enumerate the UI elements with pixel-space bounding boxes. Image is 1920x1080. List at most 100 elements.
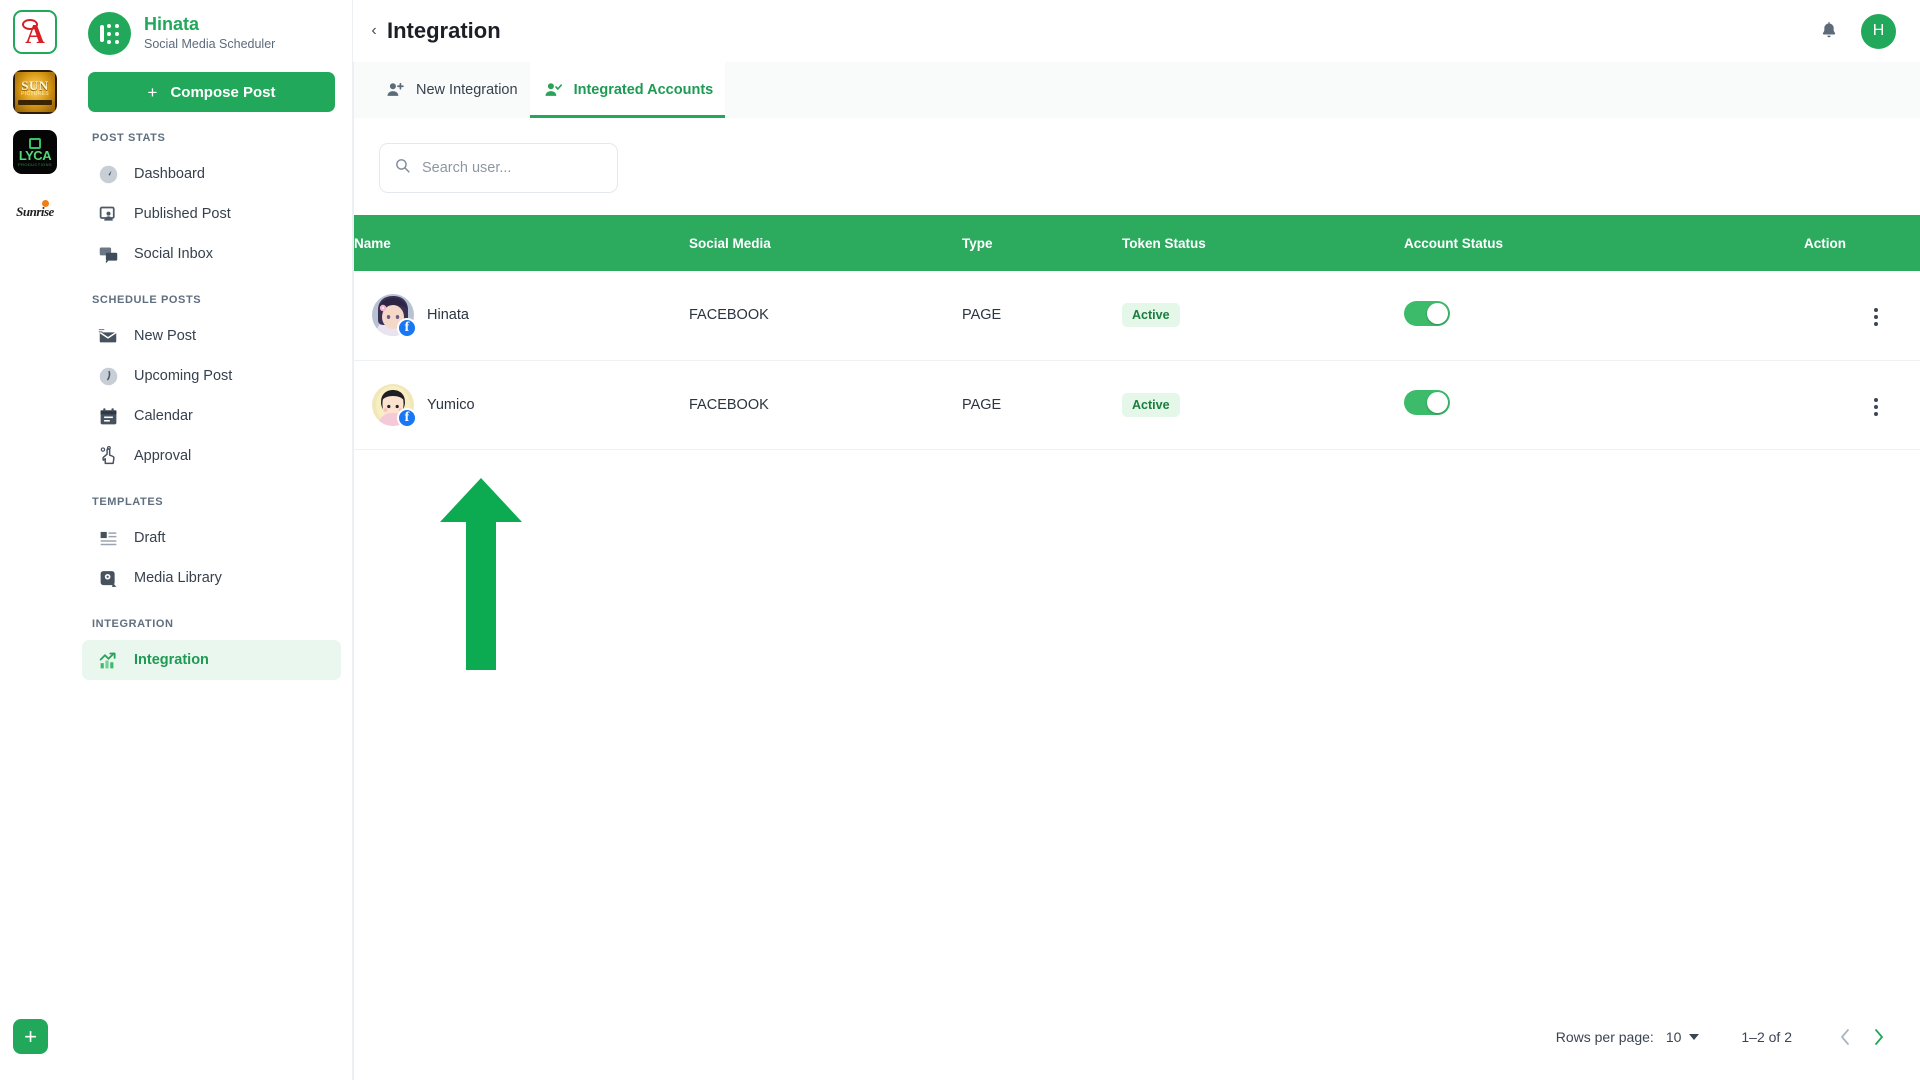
- sidebar-item-media-library[interactable]: Media Library: [82, 558, 341, 598]
- lyca-cup-icon: [29, 137, 41, 149]
- workspace-lyca[interactable]: LYCA PRODUCTIONS: [13, 130, 57, 174]
- rows-per-page-select[interactable]: 10: [1666, 1029, 1700, 1045]
- collapse-sidebar-button[interactable]: ‹: [363, 22, 385, 40]
- bell-icon[interactable]: [1819, 21, 1839, 41]
- kebab-menu-icon[interactable]: [1870, 304, 1882, 330]
- account-status-toggle[interactable]: [1404, 300, 1450, 326]
- new-post-icon: [97, 325, 119, 347]
- column-header-social-media: Social Media: [689, 215, 962, 271]
- rows-per-page-label: Rows per page:: [1555, 1029, 1654, 1045]
- sidebar-item-label: Published Post: [134, 206, 231, 222]
- nav-section-label: INTEGRATION: [92, 618, 174, 630]
- kebab-menu-icon[interactable]: [1870, 394, 1882, 420]
- facebook-badge: f: [397, 407, 417, 428]
- cell-type: PAGE: [962, 271, 1122, 361]
- avatar[interactable]: H: [1861, 13, 1896, 49]
- sidebar-item-label: Calendar: [134, 408, 193, 424]
- sun-logo-word: SUN: [21, 77, 49, 93]
- sidebar-item-approval[interactable]: Approval: [82, 436, 341, 476]
- chevron-down-icon: [1689, 1034, 1700, 1040]
- workspace-sunrise[interactable]: Sunrise: [13, 190, 57, 234]
- workspace-sun[interactable]: SUN PICTURES: [13, 70, 57, 114]
- sidebar-item-label: Draft: [134, 530, 166, 546]
- sidebar-item-label: Dashboard: [134, 166, 205, 182]
- sidebar: Hinata Social Media Scheduler + Compose …: [70, 0, 353, 1080]
- cell-action: [1804, 360, 1920, 450]
- sidebar-item-label: New Post: [134, 328, 197, 344]
- workspace-rail: A SUN PICTURES LYCA PRODUCTIONS Sunrise …: [0, 0, 71, 1080]
- tab-label: New Integration: [416, 82, 518, 98]
- tab-label: Integrated Accounts: [573, 82, 714, 98]
- main-area: ‹ Integration H New Integration Integrat…: [353, 0, 1920, 1080]
- integrated-accounts-table: Name Social Media Type Token Status Acco…: [354, 215, 1920, 450]
- cell-account-status: [1404, 271, 1804, 361]
- media-library-icon: [97, 567, 119, 589]
- sidebar-item-upcoming-post[interactable]: Upcoming Post: [82, 356, 341, 396]
- ah-logo-text: A: [25, 18, 45, 49]
- sidebar-item-label: Integration: [134, 652, 209, 668]
- account-status-toggle[interactable]: [1404, 390, 1450, 415]
- plus-icon: +: [147, 82, 158, 102]
- pagination-range: 1–2 of 2: [1741, 1029, 1792, 1045]
- brand-block: Hinata Social Media Scheduler: [70, 0, 353, 55]
- status-badge: Active: [1122, 303, 1180, 328]
- cell-token-status: Active: [1122, 271, 1404, 361]
- sidebar-item-new-post[interactable]: New Post: [82, 316, 341, 356]
- sidebar-item-label: Upcoming Post: [134, 368, 233, 384]
- sidebar-item-draft[interactable]: Draft: [82, 518, 341, 558]
- sidebar-item-calendar[interactable]: Calendar: [82, 396, 341, 436]
- column-header-action: Action: [1804, 215, 1920, 271]
- brand-subtitle: Social Media Scheduler: [144, 37, 276, 51]
- hinata-avatar: f: [372, 294, 417, 339]
- cell-action: [1804, 271, 1920, 361]
- cell-account-status: [1404, 360, 1804, 450]
- sunrise-logo-text: Sunrise: [16, 200, 54, 219]
- search-box[interactable]: [379, 143, 618, 193]
- add-workspace-button[interactable]: +: [13, 1019, 48, 1054]
- sidebar-item-social-inbox[interactable]: Social Inbox: [82, 234, 341, 274]
- lyca-logo: LYCA PRODUCTIONS: [18, 137, 52, 167]
- cell-name: f Hinata: [354, 271, 689, 361]
- sun-logo-bar: [18, 99, 52, 105]
- column-header-type: Type: [962, 215, 1122, 271]
- sidebar-item-dashboard[interactable]: Dashboard: [82, 154, 341, 194]
- table-body: f Hinata FACEBOOK PAGE Active f Yumico F…: [354, 271, 1920, 450]
- column-header-token-status: Token Status: [1122, 215, 1404, 271]
- compose-post-button[interactable]: + Compose Post: [88, 72, 335, 112]
- sidebar-item-integration[interactable]: Integration: [82, 640, 341, 680]
- lyca-logo-sub: PRODUCTIONS: [18, 161, 52, 167]
- pagination-bar: Rows per page: 10 1–2 of 2: [354, 1020, 1920, 1080]
- nav-section-label: TEMPLATES: [92, 496, 164, 508]
- cell-social-media: FACEBOOK: [689, 271, 962, 361]
- brand-title: Hinata: [144, 14, 200, 34]
- chevron-right-icon[interactable]: [1862, 1020, 1896, 1054]
- sidebar-item-label: Social Inbox: [134, 246, 213, 262]
- published-post-icon: [97, 203, 119, 225]
- page-title: Integration: [387, 18, 501, 43]
- dashboard-icon: [97, 163, 119, 185]
- social-inbox-icon: [97, 243, 119, 265]
- table-row[interactable]: f Yumico FACEBOOK PAGE Active: [354, 360, 1920, 450]
- sidebar-item-label: Approval: [134, 448, 192, 464]
- sidebar-item-published-post[interactable]: Published Post: [82, 194, 341, 234]
- account-name: Yumico: [427, 396, 475, 413]
- search-icon: [394, 157, 411, 179]
- content-card: New Integration Integrated Accounts Sear…: [353, 62, 1920, 1080]
- draft-icon: [97, 527, 119, 549]
- nav-section-label: POST STATS: [92, 132, 166, 144]
- tab-integrated-accounts[interactable]: Integrated Accounts: [529, 62, 726, 118]
- table-row[interactable]: f Hinata FACEBOOK PAGE Active: [354, 271, 1920, 361]
- sidebar-divider: [352, 0, 353, 1080]
- chevron-left-icon[interactable]: [1828, 1020, 1862, 1054]
- facebook-badge: f: [397, 318, 417, 339]
- tab-new-integration[interactable]: New Integration: [372, 62, 530, 118]
- accounts-panel: Name Social Media Type Token Status Acco…: [354, 118, 1920, 1080]
- rows-per-page-value: 10: [1665, 1029, 1682, 1045]
- nav-section-label: SCHEDULE POSTS: [92, 294, 202, 306]
- calendar-icon: [97, 405, 119, 427]
- search-input[interactable]: [422, 160, 603, 176]
- cell-token-status: Active: [1122, 360, 1404, 450]
- workspace-ah[interactable]: A: [13, 10, 57, 54]
- cell-type: PAGE: [962, 360, 1122, 450]
- user-plus-icon: [384, 79, 406, 101]
